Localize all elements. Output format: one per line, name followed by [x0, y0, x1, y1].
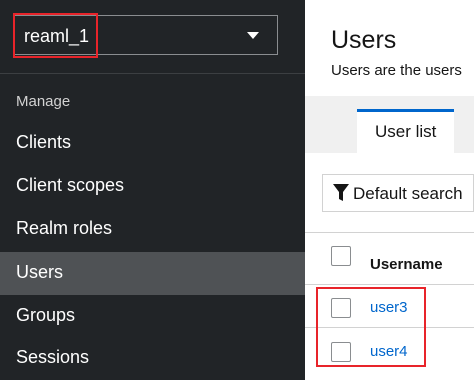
sidebar-item-label: Clients: [16, 132, 72, 152]
highlight-box-users: [316, 287, 426, 367]
sidebar-item-clients[interactable]: Clients: [0, 122, 305, 165]
page-header: Users Users are the users: [305, 0, 474, 96]
page-subtitle: Users are the users: [331, 62, 462, 79]
filter-icon: [333, 184, 349, 201]
sidebar-item-users[interactable]: Users: [0, 252, 305, 295]
sidebar: reaml_1 Manage Clients Client scopes Rea…: [0, 0, 305, 380]
sidebar-item-label: Client scopes: [16, 175, 125, 195]
sidebar-item-client-scopes[interactable]: Client scopes: [0, 165, 305, 208]
page-title: Users: [331, 26, 397, 54]
sidebar-divider: [0, 73, 305, 74]
caret-down-icon: [247, 32, 259, 39]
tab-label: User list: [375, 122, 437, 141]
column-header-username: Username: [370, 256, 443, 273]
sidebar-item-label: Sessions: [16, 347, 90, 367]
sidebar-item-groups[interactable]: Groups: [0, 295, 305, 338]
table-divider: [305, 284, 474, 285]
sidebar-item-label: Realm roles: [16, 218, 113, 238]
search-type-button[interactable]: Default search: [322, 174, 474, 212]
highlight-box-realm: [13, 13, 98, 58]
sidebar-item-label: Groups: [16, 305, 76, 325]
sidebar-item-label: Users: [16, 262, 64, 282]
search-type-label: Default search: [353, 184, 463, 203]
nav-section-title: Manage: [16, 93, 71, 110]
table-divider: [305, 232, 474, 233]
sidebar-item-sessions[interactable]: Sessions: [0, 337, 305, 380]
tab-user-list[interactable]: User list: [357, 109, 454, 153]
select-all-checkbox[interactable]: [331, 246, 351, 266]
sidebar-item-realm-roles[interactable]: Realm roles: [0, 208, 305, 251]
